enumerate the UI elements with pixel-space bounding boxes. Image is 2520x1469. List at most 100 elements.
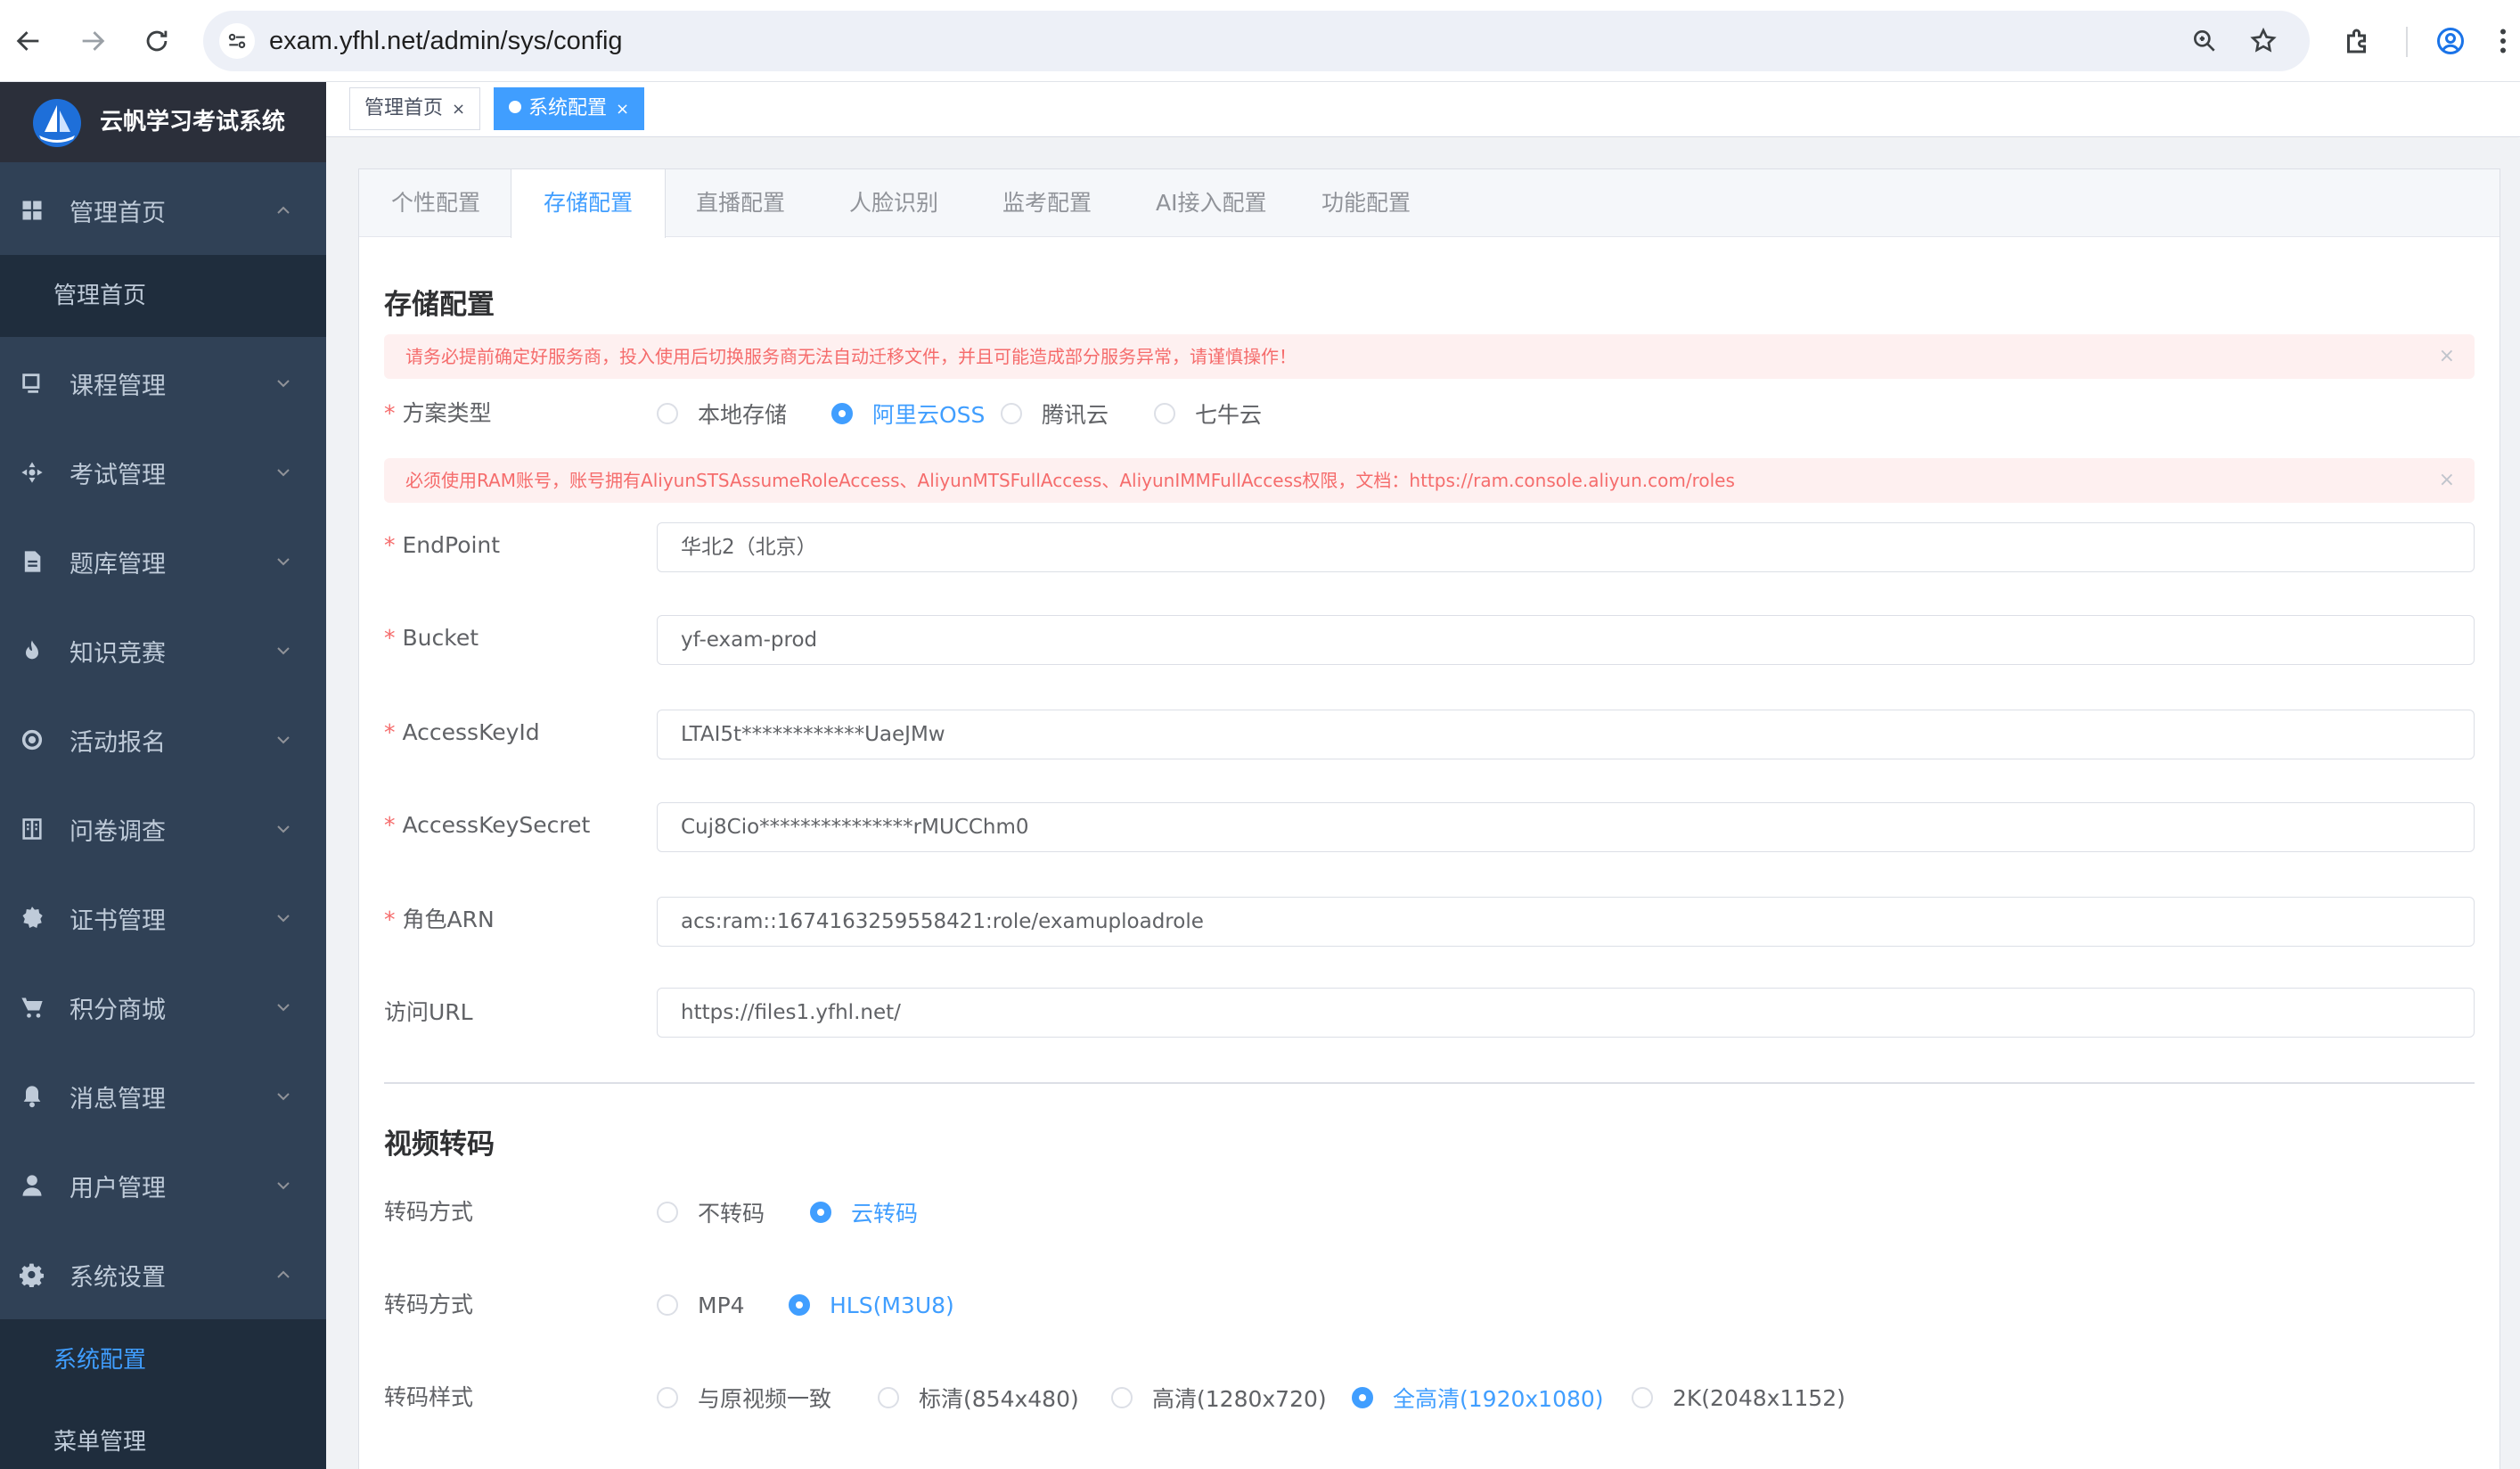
chevron-up-icon (273, 200, 294, 221)
browser-menu-icon[interactable] (2486, 16, 2520, 66)
endpoint-label: * EndPoint (384, 532, 501, 558)
tab-ai-access[interactable]: AI接入配置 (1124, 169, 1298, 237)
menu-points-mall[interactable]: 积分商城 (0, 963, 326, 1052)
close-icon[interactable]: × (2439, 458, 2455, 503)
format-radio-mp4[interactable]: MP4 (657, 1287, 745, 1323)
tag-home[interactable]: 管理首页 × (349, 87, 481, 130)
survey-icon (18, 815, 46, 843)
radio-circle (657, 1294, 678, 1316)
required-mark: * (384, 400, 396, 426)
menu-dashboard[interactable]: 管理首页 (0, 166, 326, 255)
submenu-dashboard-home[interactable]: 管理首页 (0, 255, 326, 337)
menu-activity[interactable]: 活动报名 (0, 695, 326, 784)
menu-question-bank[interactable]: 题库管理 (0, 517, 326, 606)
ram-notice-alert: 必须使用RAM账号，账号拥有AliyunSTSAssumeRoleAccess、… (384, 458, 2475, 503)
access-key-secret-label: * AccessKeySecret (384, 812, 591, 838)
transcode-radio-none[interactable]: 不转码 (657, 1194, 765, 1230)
radio-circle (657, 403, 678, 424)
endpoint-select[interactable]: 华北2（北京） (657, 522, 2475, 572)
transcode-mode-label: 转码方式 (384, 1199, 474, 1225)
section-divider (384, 1082, 2475, 1084)
menu-competition[interactable]: 知识竞赛 (0, 606, 326, 695)
radio-circle (1154, 403, 1175, 424)
chevron-down-icon (273, 551, 294, 572)
chevron-down-icon (273, 907, 294, 929)
bucket-label: * Bucket (384, 625, 479, 651)
style-radio-2k[interactable]: 2K(2048x1152) (1632, 1380, 1845, 1416)
reload-button[interactable] (132, 16, 182, 66)
scheme-radio-aliyun-oss[interactable]: 阿里云OSS (831, 396, 985, 431)
app-name: 云帆学习考试系统 (100, 109, 286, 135)
menu-exam[interactable]: 考试管理 (0, 428, 326, 517)
menu-course[interactable]: 课程管理 (0, 339, 326, 428)
access-key-secret-input[interactable]: Cuj8Cio***************rMUCChm0 (657, 802, 2475, 852)
role-arn-label: * 角色ARN (384, 907, 495, 932)
menu-label: 考试管理 (70, 461, 166, 489)
required-mark: * (384, 532, 396, 558)
zoom-icon[interactable] (2187, 23, 2222, 59)
bell-icon (18, 1082, 46, 1111)
chevron-down-icon (273, 1175, 294, 1196)
site-info-icon[interactable] (219, 23, 255, 59)
radio-circle (878, 1387, 899, 1408)
forward-button[interactable] (68, 16, 118, 66)
scheme-radio-qiniu[interactable]: 七牛云 (1154, 396, 1262, 431)
tab-live[interactable]: 直播配置 (664, 169, 817, 237)
access-key-id-label: * AccessKeyId (384, 719, 540, 745)
menu-label: 知识竞赛 (70, 639, 166, 668)
chevron-down-icon (273, 373, 294, 394)
tab-features[interactable]: 功能配置 (1289, 169, 1443, 237)
menu-label: 系统设置 (70, 1263, 166, 1292)
required-mark: * (384, 719, 396, 745)
access-key-id-input[interactable]: LTAI5t************UaeJMw (657, 710, 2475, 759)
menu-survey[interactable]: 问卷调查 (0, 784, 326, 874)
submenu-menu-management[interactable]: 菜单管理 (0, 1401, 326, 1469)
scheme-radio-tencent[interactable]: 腾讯云 (1001, 396, 1109, 431)
submenu-system-config[interactable]: 系统配置 (0, 1319, 326, 1401)
menu-label: 消息管理 (70, 1085, 166, 1113)
role-arn-input[interactable]: acs:ram::1674163259558421:role/examuploa… (657, 897, 2475, 947)
radio-circle (657, 1202, 678, 1223)
menu-certificate[interactable]: 证书管理 (0, 874, 326, 963)
style-radio-original[interactable]: 与原视频一致 (657, 1380, 831, 1416)
close-icon[interactable]: × (452, 100, 465, 119)
menu-messages[interactable]: 消息管理 (0, 1052, 326, 1141)
format-radio-hls[interactable]: HLS(M3U8) (789, 1287, 954, 1323)
transcode-style-label: 转码样式 (384, 1384, 474, 1410)
tab-proctoring[interactable]: 监考配置 (970, 169, 1124, 237)
browser-toolbar: exam.yfhl.net/admin/sys/config (0, 0, 2520, 82)
menu-label: 用户管理 (70, 1174, 166, 1202)
scheme-radio-local[interactable]: 本地存储 (657, 396, 787, 431)
config-card: 个性配置 存储配置 直播配置 人脸识别 监考配置 AI接入配置 功能配置 存储配… (358, 168, 2500, 1469)
style-radio-sd[interactable]: 标清(854x480) (878, 1380, 1079, 1416)
bucket-input[interactable]: yf-exam-prod (657, 615, 2475, 665)
back-button[interactable] (4, 16, 53, 66)
close-icon[interactable]: × (2439, 334, 2455, 379)
address-bar[interactable]: exam.yfhl.net/admin/sys/config (203, 11, 2310, 71)
tag-system-config[interactable]: 系统配置 × (494, 87, 645, 130)
question-bank-icon (18, 547, 46, 576)
chevron-down-icon (273, 640, 294, 661)
menu-users[interactable]: 用户管理 (0, 1141, 326, 1230)
style-radio-hd[interactable]: 高清(1280x720) (1111, 1380, 1327, 1416)
radio-circle (657, 1387, 678, 1408)
tab-personal[interactable]: 个性配置 (359, 169, 512, 237)
profile-icon[interactable] (2426, 16, 2475, 66)
bookmark-star-icon[interactable] (2246, 23, 2281, 59)
access-url-input[interactable]: https://files1.yfhl.net/ (657, 988, 2475, 1038)
url-text: exam.yfhl.net/admin/sys/config (269, 27, 623, 55)
style-radio-fhd[interactable]: 全高清(1920x1080) (1352, 1380, 1604, 1416)
extensions-icon[interactable] (2333, 16, 2383, 66)
exam-icon (18, 458, 46, 487)
tab-face-recognition[interactable]: 人脸识别 (817, 169, 970, 237)
tags-view: 管理首页 × 系统配置 × (326, 82, 2520, 137)
tab-storage[interactable]: 存储配置 (511, 169, 667, 238)
active-dot-icon (509, 101, 521, 113)
chevron-down-icon (273, 729, 294, 751)
close-icon[interactable]: × (616, 100, 629, 119)
menu-label: 活动报名 (70, 728, 166, 757)
transcode-radio-cloud[interactable]: 云转码 (810, 1194, 918, 1230)
menu-system-settings[interactable]: 系统设置 (0, 1230, 326, 1319)
sidebar-logo-row[interactable]: 云帆学习考试系统 (0, 82, 326, 162)
transcode-format-label: 转码方式 (384, 1292, 474, 1317)
